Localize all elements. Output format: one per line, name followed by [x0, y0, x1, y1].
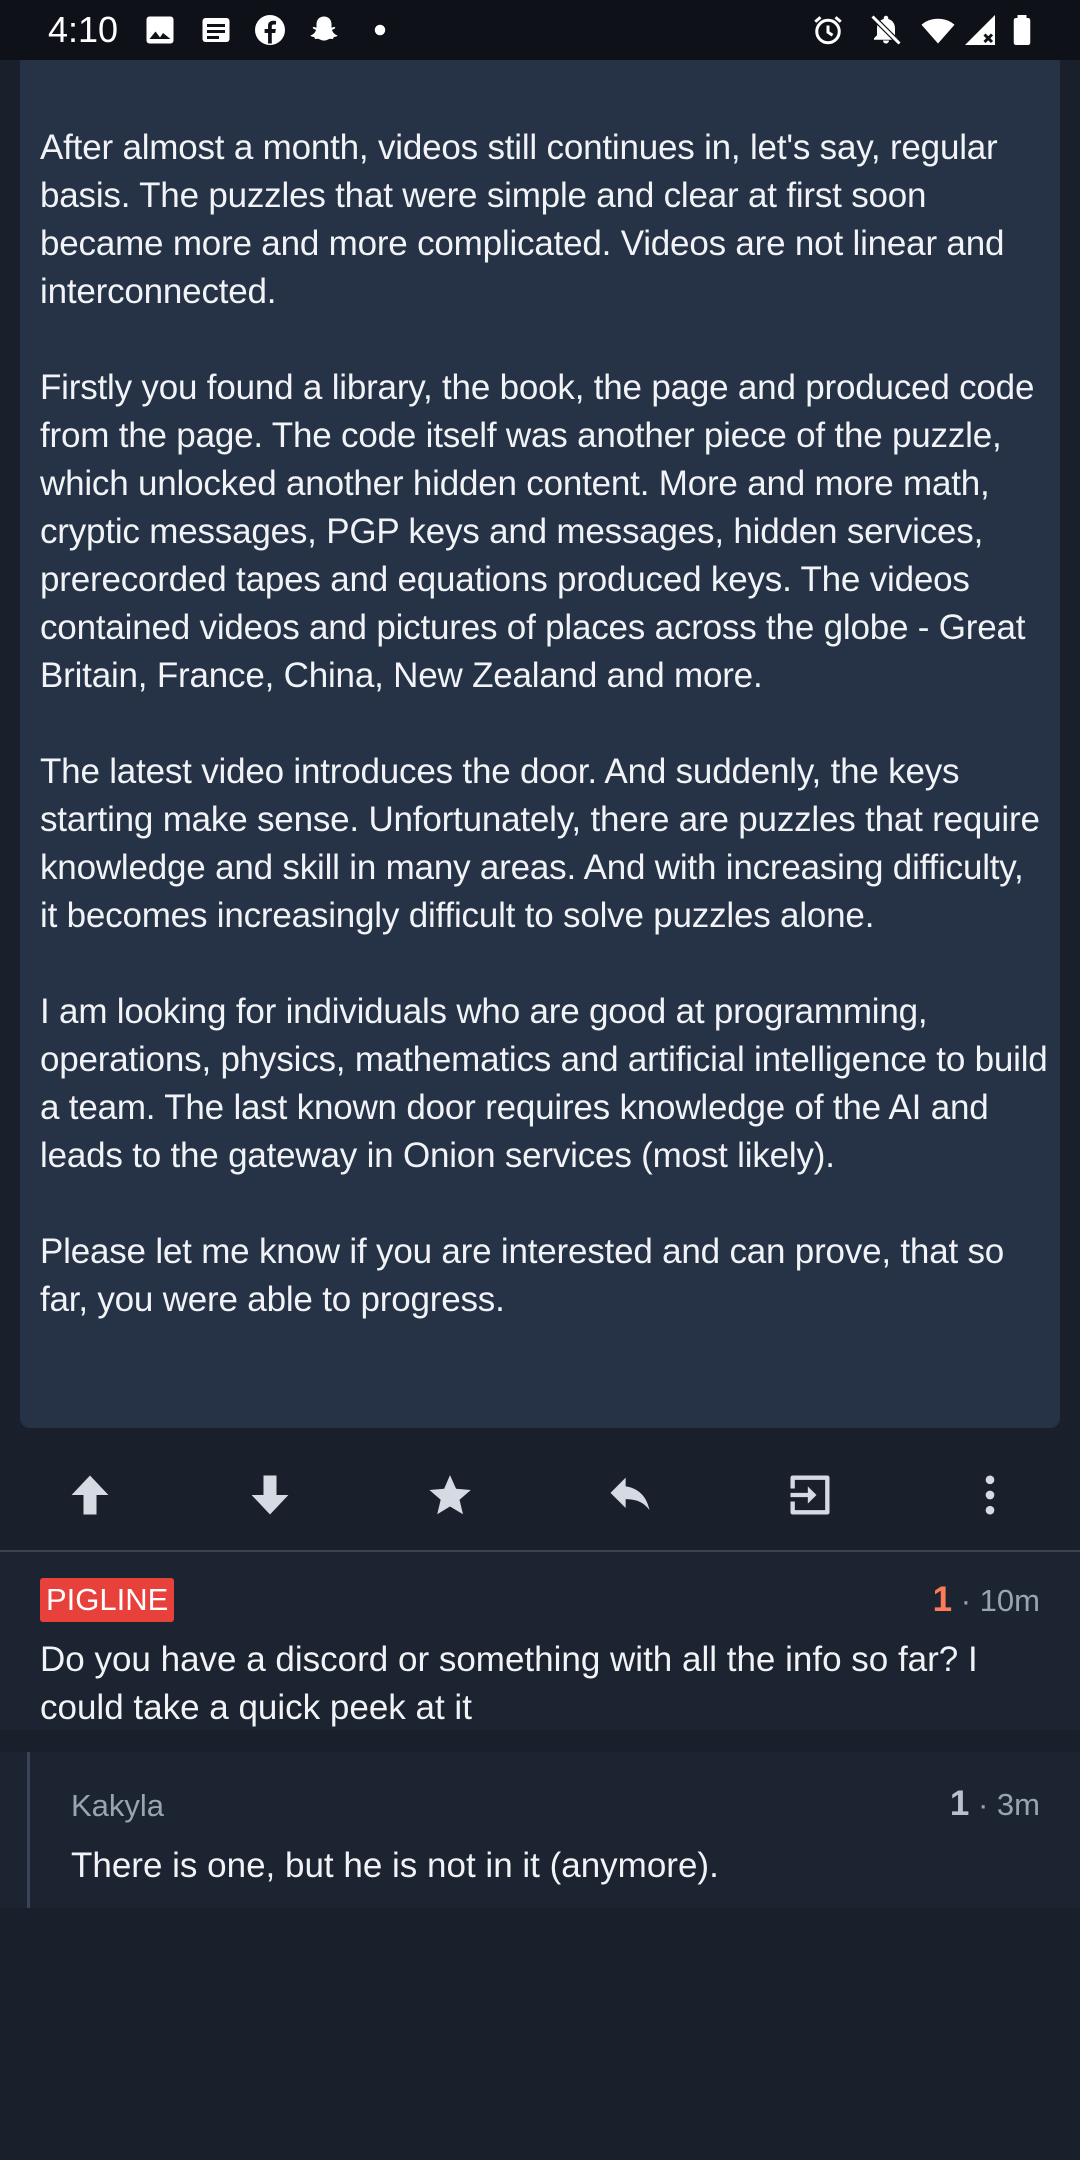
app-screen: 4:10 After almost a month, videos still …	[0, 0, 1080, 2160]
comment-score: 1	[932, 1580, 953, 1619]
upvote-icon	[71, 1475, 109, 1515]
comment-age: · 3m	[978, 1787, 1040, 1822]
post-paragraph: Firstly you found a library, the book, t…	[40, 368, 1035, 695]
gallery-icon	[142, 12, 178, 48]
post-action-bar	[0, 1440, 1080, 1550]
comment-meta: 1 · 10m	[933, 1580, 1040, 1621]
comment[interactable]: PIGLINE 1 · 10m Do you have a discord or…	[0, 1552, 1080, 1730]
star-icon	[429, 1475, 471, 1515]
dot-icon	[362, 12, 398, 48]
reply-comment[interactable]: Kakyla 1 · 3m There is one, but he is no…	[0, 1752, 1080, 1908]
comment-meta: 1 · 3m	[950, 1784, 1040, 1825]
more-options-button[interactable]	[960, 1465, 1020, 1525]
comment-text: There is one, but he is not in it (anymo…	[71, 1846, 719, 1885]
notifications-off-icon	[868, 12, 904, 48]
post-body: After almost a month, videos still conti…	[40, 124, 1050, 1372]
post-paragraph: After almost a month, videos still conti…	[40, 128, 1005, 311]
comment-age: · 10m	[960, 1583, 1040, 1618]
post-paragraph: I am looking for individuals who are goo…	[40, 992, 1048, 1175]
op-author-badge[interactable]: PIGLINE	[40, 1578, 175, 1622]
reply-button[interactable]	[600, 1465, 660, 1525]
reply-icon	[610, 1477, 650, 1511]
status-bar: 4:10	[0, 0, 1080, 60]
battery-icon	[1004, 12, 1040, 48]
upvote-button[interactable]	[60, 1465, 120, 1525]
post-paragraph: The latest video introduces the door. An…	[40, 752, 1040, 935]
facebook-icon	[252, 12, 288, 48]
comment-score: 1	[949, 1784, 970, 1823]
status-time: 4:10	[48, 9, 119, 50]
open-button[interactable]	[780, 1465, 840, 1525]
downvote-button[interactable]	[240, 1465, 300, 1525]
alarm-icon	[810, 12, 846, 48]
empty-area	[0, 1908, 1080, 2160]
post-paragraph: Please let me know if you are interested…	[40, 1232, 1005, 1319]
comment-text: Do you have a discord or something with …	[40, 1640, 978, 1727]
thread-indent-line	[27, 1752, 30, 1908]
signal-icon	[962, 12, 998, 48]
wifi-icon	[920, 12, 956, 48]
open-icon	[790, 1475, 830, 1515]
more-icon	[985, 1475, 995, 1515]
snapchat-icon	[306, 12, 342, 48]
downvote-icon	[251, 1475, 289, 1515]
save-button[interactable]	[420, 1465, 480, 1525]
post-body-card: After almost a month, videos still conti…	[20, 60, 1060, 1428]
comment-author[interactable]: Kakyla	[71, 1786, 164, 1826]
news-icon	[198, 12, 234, 48]
